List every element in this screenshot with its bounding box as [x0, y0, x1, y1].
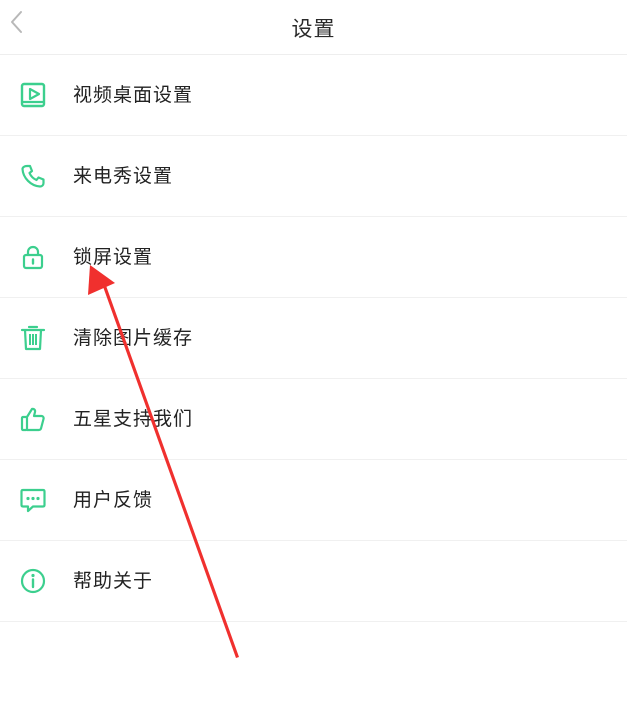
menu-item-label: 锁屏设置 — [73, 246, 154, 268]
menu-item-lock-screen[interactable]: 锁屏设置 — [0, 217, 627, 298]
info-icon — [19, 567, 47, 595]
menu-item-clear-cache[interactable]: 清除图片缓存 — [0, 298, 627, 379]
lock-icon — [19, 243, 47, 271]
menu-item-help-about[interactable]: 帮助关于 — [0, 541, 627, 622]
menu-item-feedback[interactable]: 用户反馈 — [0, 460, 627, 541]
menu-item-label: 五星支持我们 — [73, 408, 194, 430]
menu-item-label: 来电秀设置 — [73, 165, 174, 187]
menu-item-call-show[interactable]: 来电秀设置 — [0, 136, 627, 217]
menu-item-rate-five-stars[interactable]: 五星支持我们 — [0, 379, 627, 460]
menu-item-label: 用户反馈 — [73, 489, 154, 511]
menu-item-label: 帮助关于 — [73, 570, 154, 592]
thumbs-up-icon — [19, 405, 47, 433]
menu-item-label: 清除图片缓存 — [73, 327, 194, 349]
settings-menu: 视频桌面设置 来电秀设置 锁屏设置 清除图片缓存 五星支持我们 用户反馈 帮助关… — [0, 55, 627, 622]
video-screen-icon — [19, 81, 47, 109]
trash-icon — [19, 324, 47, 352]
phone-icon — [19, 162, 47, 190]
menu-item-label: 视频桌面设置 — [73, 84, 194, 106]
page-title: 设置 — [291, 17, 336, 41]
top-bar: 设置 — [0, 0, 627, 55]
menu-item-video-desktop[interactable]: 视频桌面设置 — [0, 55, 627, 136]
chat-bubble-icon — [19, 486, 47, 514]
